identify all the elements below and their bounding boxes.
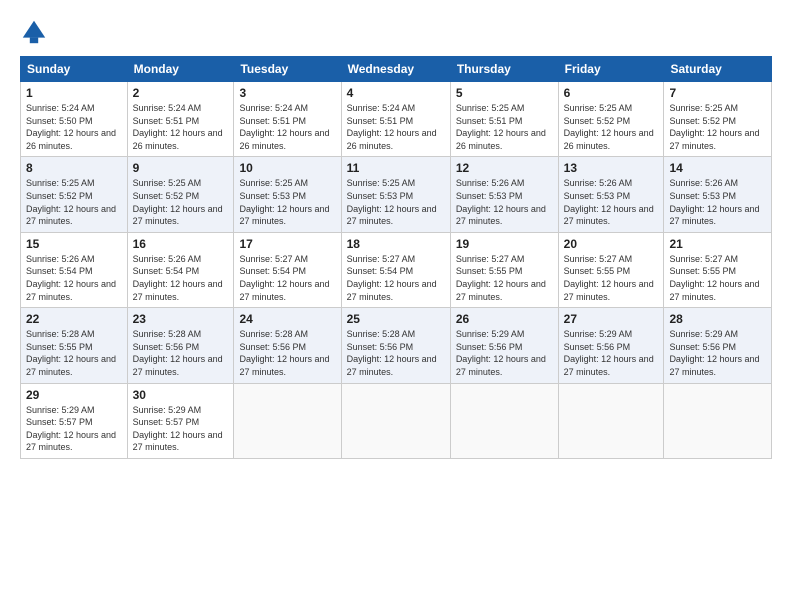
day-cell-27: 27Sunrise: 5:29 AMSunset: 5:56 PMDayligh… bbox=[558, 308, 664, 383]
day-cell-11: 11Sunrise: 5:25 AMSunset: 5:53 PMDayligh… bbox=[341, 157, 450, 232]
day-cell-4: 4Sunrise: 5:24 AMSunset: 5:51 PMDaylight… bbox=[341, 82, 450, 157]
day-cell-30: 30Sunrise: 5:29 AMSunset: 5:57 PMDayligh… bbox=[127, 383, 234, 458]
week-row-3: 15Sunrise: 5:26 AMSunset: 5:54 PMDayligh… bbox=[21, 232, 772, 307]
empty-cell bbox=[341, 383, 450, 458]
day-cell-18: 18Sunrise: 5:27 AMSunset: 5:54 PMDayligh… bbox=[341, 232, 450, 307]
week-row-5: 29Sunrise: 5:29 AMSunset: 5:57 PMDayligh… bbox=[21, 383, 772, 458]
day-cell-15: 15Sunrise: 5:26 AMSunset: 5:54 PMDayligh… bbox=[21, 232, 128, 307]
logo-icon bbox=[20, 18, 48, 46]
empty-cell bbox=[664, 383, 772, 458]
day-cell-6: 6Sunrise: 5:25 AMSunset: 5:52 PMDaylight… bbox=[558, 82, 664, 157]
empty-cell bbox=[450, 383, 558, 458]
day-cell-20: 20Sunrise: 5:27 AMSunset: 5:55 PMDayligh… bbox=[558, 232, 664, 307]
day-cell-13: 13Sunrise: 5:26 AMSunset: 5:53 PMDayligh… bbox=[558, 157, 664, 232]
week-row-1: 1Sunrise: 5:24 AMSunset: 5:50 PMDaylight… bbox=[21, 82, 772, 157]
day-cell-26: 26Sunrise: 5:29 AMSunset: 5:56 PMDayligh… bbox=[450, 308, 558, 383]
col-thursday: Thursday bbox=[450, 57, 558, 82]
day-cell-21: 21Sunrise: 5:27 AMSunset: 5:55 PMDayligh… bbox=[664, 232, 772, 307]
day-cell-9: 9Sunrise: 5:25 AMSunset: 5:52 PMDaylight… bbox=[127, 157, 234, 232]
col-monday: Monday bbox=[127, 57, 234, 82]
week-row-4: 22Sunrise: 5:28 AMSunset: 5:55 PMDayligh… bbox=[21, 308, 772, 383]
day-cell-7: 7Sunrise: 5:25 AMSunset: 5:52 PMDaylight… bbox=[664, 82, 772, 157]
day-cell-5: 5Sunrise: 5:25 AMSunset: 5:51 PMDaylight… bbox=[450, 82, 558, 157]
col-wednesday: Wednesday bbox=[341, 57, 450, 82]
week-row-2: 8Sunrise: 5:25 AMSunset: 5:52 PMDaylight… bbox=[21, 157, 772, 232]
empty-cell bbox=[234, 383, 341, 458]
logo bbox=[20, 18, 52, 46]
day-cell-17: 17Sunrise: 5:27 AMSunset: 5:54 PMDayligh… bbox=[234, 232, 341, 307]
day-cell-22: 22Sunrise: 5:28 AMSunset: 5:55 PMDayligh… bbox=[21, 308, 128, 383]
calendar-table: Sunday Monday Tuesday Wednesday Thursday… bbox=[20, 56, 772, 459]
day-cell-1: 1Sunrise: 5:24 AMSunset: 5:50 PMDaylight… bbox=[21, 82, 128, 157]
day-cell-12: 12Sunrise: 5:26 AMSunset: 5:53 PMDayligh… bbox=[450, 157, 558, 232]
day-cell-16: 16Sunrise: 5:26 AMSunset: 5:54 PMDayligh… bbox=[127, 232, 234, 307]
calendar-header-row: Sunday Monday Tuesday Wednesday Thursday… bbox=[21, 57, 772, 82]
day-cell-2: 2Sunrise: 5:24 AMSunset: 5:51 PMDaylight… bbox=[127, 82, 234, 157]
day-cell-24: 24Sunrise: 5:28 AMSunset: 5:56 PMDayligh… bbox=[234, 308, 341, 383]
day-cell-29: 29Sunrise: 5:29 AMSunset: 5:57 PMDayligh… bbox=[21, 383, 128, 458]
day-cell-10: 10Sunrise: 5:25 AMSunset: 5:53 PMDayligh… bbox=[234, 157, 341, 232]
col-friday: Friday bbox=[558, 57, 664, 82]
col-sunday: Sunday bbox=[21, 57, 128, 82]
col-tuesday: Tuesday bbox=[234, 57, 341, 82]
day-cell-3: 3Sunrise: 5:24 AMSunset: 5:51 PMDaylight… bbox=[234, 82, 341, 157]
day-cell-23: 23Sunrise: 5:28 AMSunset: 5:56 PMDayligh… bbox=[127, 308, 234, 383]
day-cell-19: 19Sunrise: 5:27 AMSunset: 5:55 PMDayligh… bbox=[450, 232, 558, 307]
day-cell-8: 8Sunrise: 5:25 AMSunset: 5:52 PMDaylight… bbox=[21, 157, 128, 232]
page: Sunday Monday Tuesday Wednesday Thursday… bbox=[0, 0, 792, 612]
header bbox=[20, 18, 772, 46]
col-saturday: Saturday bbox=[664, 57, 772, 82]
day-cell-14: 14Sunrise: 5:26 AMSunset: 5:53 PMDayligh… bbox=[664, 157, 772, 232]
day-cell-25: 25Sunrise: 5:28 AMSunset: 5:56 PMDayligh… bbox=[341, 308, 450, 383]
day-cell-28: 28Sunrise: 5:29 AMSunset: 5:56 PMDayligh… bbox=[664, 308, 772, 383]
empty-cell bbox=[558, 383, 664, 458]
